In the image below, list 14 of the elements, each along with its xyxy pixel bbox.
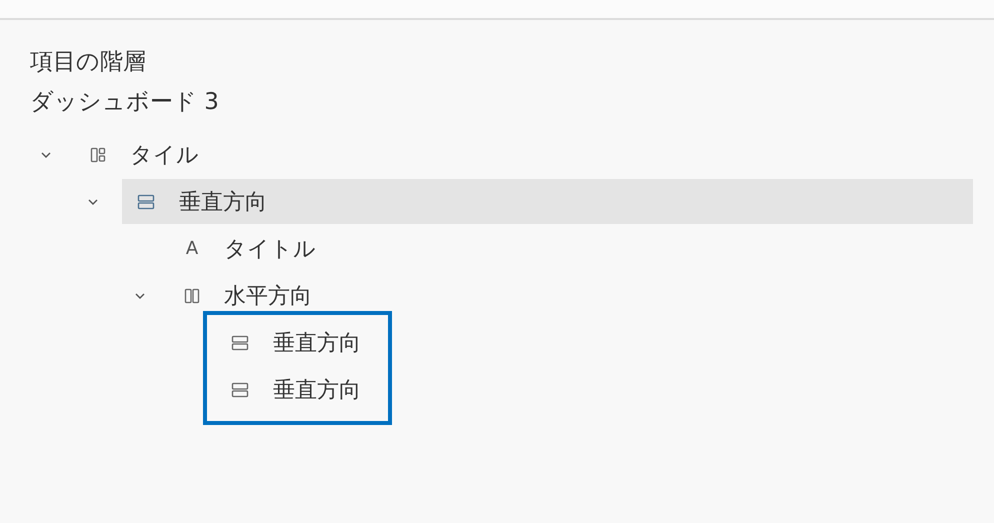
tile-layout-icon (90, 146, 106, 162)
vertical-layout-icon (231, 382, 249, 398)
panel-title: 項目の階層 (30, 48, 147, 77)
tree-item[interactable]: 垂直方向 (216, 367, 361, 412)
tree-item[interactable]: A タイトル (169, 226, 973, 271)
vertical-layout-icon (137, 194, 155, 210)
tree-item[interactable]: タイル (75, 132, 973, 177)
tree-item[interactable]: 垂直方向 (122, 179, 973, 224)
vertical-layout-icon (231, 334, 249, 350)
tree-item[interactable]: 垂直方向 (216, 320, 361, 365)
horizontal-layout-icon (184, 288, 200, 304)
tree-item[interactable]: 水平方向 (169, 273, 973, 318)
text-icon: A (184, 238, 200, 259)
dashboard-name: ダッシュボード 3 (30, 88, 220, 117)
